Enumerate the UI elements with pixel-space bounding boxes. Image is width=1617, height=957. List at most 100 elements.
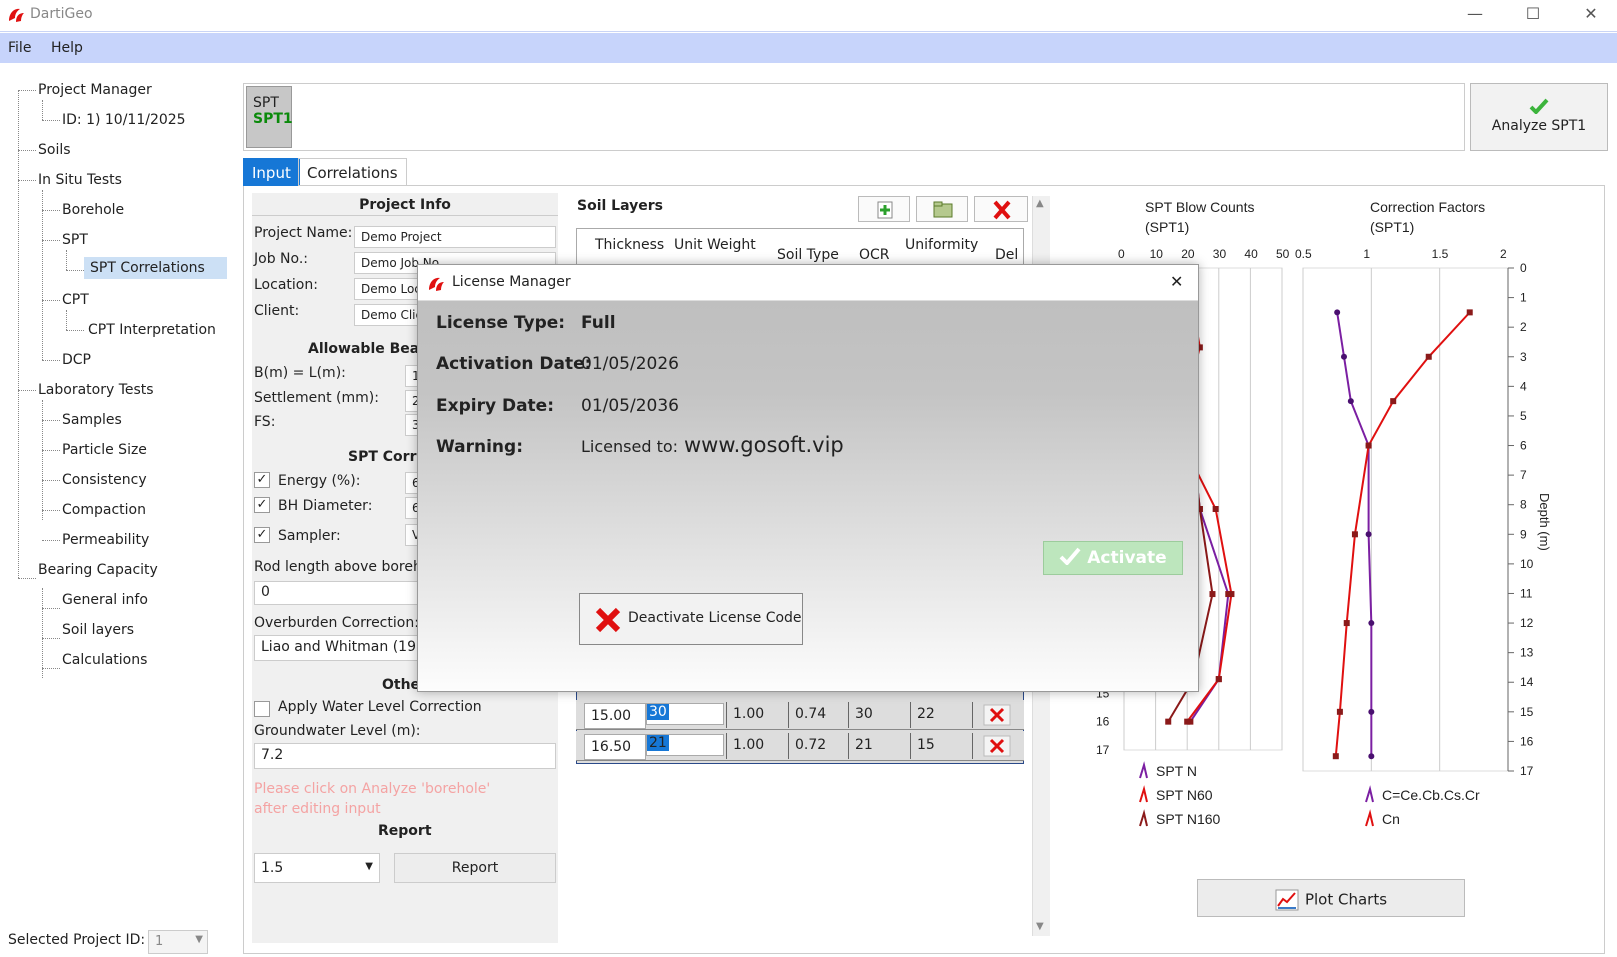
- location-label: Location:: [254, 277, 318, 293]
- spt-badge[interactable]: SPT SPT1: [246, 86, 293, 148]
- table-row[interactable]: 15.00 30 1.00 0.74 30 22: [576, 700, 1024, 730]
- col-soil-type[interactable]: Soil Type: [777, 247, 839, 263]
- data-point: [1184, 718, 1191, 725]
- report-select[interactable]: 1.5 ▼: [254, 853, 380, 883]
- col-thickness[interactable]: Thickness: [595, 237, 664, 253]
- tab-correlations[interactable]: Correlations: [298, 158, 407, 186]
- close-button[interactable]: ✕: [1568, 0, 1614, 30]
- b-label: B(m) = L(m):: [254, 365, 346, 381]
- layer-cell[interactable]: 15: [910, 733, 972, 759]
- tree-particle-size[interactable]: Particle Size: [62, 442, 147, 458]
- tree-project-manager[interactable]: Project Manager: [38, 82, 152, 98]
- layer-cell[interactable]: 1.00: [726, 702, 788, 728]
- n-cell[interactable]: 21: [646, 734, 724, 756]
- selected-project-select[interactable]: 1 ▼: [148, 930, 208, 954]
- groundwater-input[interactable]: 7.2: [254, 743, 556, 769]
- delete-row-button[interactable]: [972, 702, 1024, 728]
- tree-cpt[interactable]: CPT: [62, 292, 89, 308]
- tree-calculations[interactable]: Calculations: [62, 652, 147, 668]
- license-type-value: Full: [581, 313, 616, 333]
- y-tick-label: 0: [1520, 261, 1527, 275]
- menu-file[interactable]: File: [8, 40, 31, 56]
- license-type-label: License Type:: [436, 313, 566, 333]
- layer-cell[interactable]: 0.74: [788, 702, 848, 728]
- tree-general-info[interactable]: General info: [62, 592, 148, 608]
- scroll-down-icon[interactable]: ▼: [1036, 921, 1044, 932]
- tree-cpt-interpretation[interactable]: CPT Interpretation: [88, 322, 216, 338]
- project-name-input[interactable]: Demo Project: [354, 226, 556, 248]
- layer-cell[interactable]: 22: [910, 702, 972, 728]
- col-unit-weight[interactable]: Unit Weight: [674, 237, 756, 253]
- layer-cell[interactable]: 1.00: [726, 733, 788, 759]
- folder-icon: [933, 201, 953, 218]
- tree-laboratory-tests[interactable]: Laboratory Tests: [38, 382, 154, 398]
- tree-spt[interactable]: SPT: [62, 232, 88, 248]
- analyze-button[interactable]: Analyze SPT1: [1470, 83, 1608, 151]
- dialog-close-button[interactable]: ✕: [1170, 272, 1183, 291]
- data-point: [1212, 506, 1219, 512]
- add-layer-button[interactable]: [858, 196, 910, 222]
- app-logo-icon: [9, 8, 24, 22]
- col-ocr[interactable]: OCR: [859, 247, 890, 263]
- app-logo-icon: [429, 277, 444, 291]
- delete-row-button[interactable]: [972, 733, 1024, 759]
- tree-dcp[interactable]: DCP: [62, 352, 91, 368]
- n-cell[interactable]: 30: [646, 703, 724, 725]
- layer-cell[interactable]: 0.72: [788, 733, 848, 759]
- x-tick-label: 10: [1150, 247, 1164, 261]
- menu-help[interactable]: Help: [51, 40, 83, 56]
- chart-subtitle: (SPT1): [1145, 219, 1189, 235]
- y-tick-label: 16: [1520, 734, 1534, 748]
- data-point: [1215, 676, 1222, 683]
- tree-borehole[interactable]: Borehole: [62, 202, 124, 218]
- tree-bearing-capacity[interactable]: Bearing Capacity: [38, 562, 158, 578]
- tree-permeability[interactable]: Permeability: [62, 532, 149, 548]
- delete-icon: [983, 735, 1011, 757]
- layer-cell[interactable]: 21: [848, 733, 910, 759]
- add-icon: [877, 201, 893, 219]
- tree-project-id[interactable]: ID: 1) 10/11/2025: [62, 112, 186, 128]
- report-header: Report: [378, 823, 432, 839]
- y-tick-label: 13: [1520, 646, 1534, 660]
- scroll-up-icon[interactable]: ▲: [1036, 198, 1044, 209]
- col-uniformity[interactable]: Uniformity: [905, 237, 978, 253]
- chart-subtitle: (SPT1): [1370, 219, 1414, 235]
- minimize-button[interactable]: —: [1452, 0, 1498, 30]
- tree-in-situ-tests[interactable]: In Situ Tests: [38, 172, 122, 188]
- y-tick-label: 16: [1096, 715, 1110, 729]
- water-level-checkbox[interactable]: [254, 701, 270, 717]
- tree-samples[interactable]: Samples: [62, 412, 122, 428]
- layer-cell[interactable]: 30: [848, 702, 910, 728]
- tab-input[interactable]: Input: [243, 158, 300, 186]
- chart-icon: [1275, 889, 1299, 911]
- bh-diameter-checkbox[interactable]: ✓: [254, 497, 270, 513]
- y-tick-label: 17: [1096, 743, 1110, 757]
- depth-cell[interactable]: 16.50: [584, 734, 646, 760]
- legend-swatch: [1139, 761, 1148, 779]
- table-row[interactable]: 16.50 21 1.00 0.72 21 15: [576, 731, 1024, 761]
- tree-soil-layers[interactable]: Soil layers: [62, 622, 134, 638]
- deactivate-button[interactable]: Deactivate License Code: [579, 593, 803, 645]
- legend-swatch: [1139, 809, 1148, 827]
- analyze-warning: Please click on Analyze 'borehole' after…: [254, 781, 491, 817]
- depth-cell[interactable]: 15.00: [584, 703, 646, 729]
- activate-button[interactable]: Activate: [1043, 541, 1183, 575]
- job-label: Job No.:: [254, 251, 308, 267]
- plot-charts-button[interactable]: Plot Charts: [1197, 879, 1465, 917]
- delete-all-button[interactable]: [974, 196, 1028, 222]
- chevron-down-icon: ▼: [365, 861, 373, 872]
- energy-checkbox[interactable]: ✓: [254, 472, 270, 488]
- settlement-label: Settlement (mm):: [254, 390, 379, 406]
- report-button[interactable]: Report: [394, 853, 556, 883]
- delete-icon: [983, 704, 1011, 726]
- sampler-checkbox[interactable]: ✓: [254, 527, 270, 543]
- tree-consistency[interactable]: Consistency: [62, 472, 147, 488]
- maximize-button[interactable]: ☐: [1510, 0, 1556, 30]
- tree-spt-correlations[interactable]: SPT Correlations: [84, 257, 227, 279]
- chevron-down-icon: ▼: [195, 934, 203, 945]
- tree-soils[interactable]: Soils: [38, 142, 71, 158]
- import-layer-button[interactable]: [916, 196, 968, 222]
- col-del[interactable]: Del: [995, 247, 1018, 263]
- soil-layers-title: Soil Layers: [577, 198, 663, 214]
- tree-compaction[interactable]: Compaction: [62, 502, 146, 518]
